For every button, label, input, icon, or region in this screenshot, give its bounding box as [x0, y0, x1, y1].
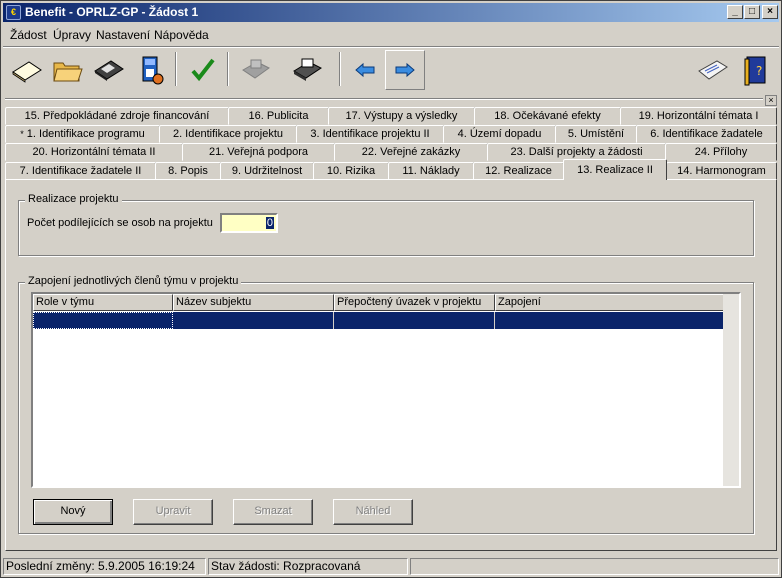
tab-22[interactable]: 22. Veřejné zakázky	[334, 143, 488, 161]
status-application-state: Stav žádosti: Rozpracovaná	[208, 558, 408, 575]
toolbar: ?	[3, 48, 779, 92]
send-icon[interactable]	[693, 50, 733, 90]
toolbar-divider	[339, 52, 341, 86]
table-scrollbar[interactable]	[723, 294, 739, 486]
arrow-right-icon[interactable]	[385, 50, 425, 90]
column-header-involvement[interactable]: Zapojení	[495, 294, 731, 311]
tab-1-label: 1. Identifikace programu	[26, 128, 145, 140]
status-last-change: Poslední změny: 5.9.2005 16:19:24	[3, 558, 206, 575]
tab-17[interactable]: 17. Výstupy a výsledky	[328, 107, 475, 125]
tab-page-realizace-ii: Realizace projektu Počet podílejících se…	[5, 179, 777, 551]
print-icon[interactable]	[287, 50, 327, 90]
menu-zadost[interactable]: Žádost	[10, 28, 47, 42]
tab-3[interactable]: 3. Identifikace projektu II	[296, 125, 444, 143]
print-disabled-icon	[235, 50, 275, 90]
table-cell-involvement[interactable]	[495, 312, 731, 329]
status-extra	[410, 558, 779, 575]
tab-2[interactable]: 2. Identifikace projektu	[159, 125, 297, 143]
tab-6[interactable]: 6. Identifikace žadatele	[636, 125, 777, 143]
tab-21[interactable]: 21. Veřejná podpora	[182, 143, 335, 161]
tab-16[interactable]: 16. Publicita	[228, 107, 329, 125]
tab-7[interactable]: 7. Identifikace žadatele II	[5, 162, 156, 180]
preview-button[interactable]: Náhled	[333, 499, 413, 525]
team-table[interactable]: Role v týmu Název subjektu Přepočtený úv…	[31, 292, 741, 488]
arrow-left-icon[interactable]	[345, 50, 385, 90]
window-title: Benefit - OPRLZ-GP - Žádost 1	[25, 5, 199, 19]
table-cell-workload[interactable]	[334, 312, 495, 329]
tab-13-active[interactable]: 13. Realizace II	[563, 159, 667, 180]
help-book-icon[interactable]: ?	[735, 50, 775, 90]
team-groupbox: Zapojení jednotlivých členů týmu v proje…	[18, 275, 754, 534]
edit-button[interactable]: Upravit	[133, 499, 213, 525]
person-count-input[interactable]: 0	[220, 213, 278, 233]
column-header-role[interactable]: Role v týmu	[33, 294, 173, 311]
tab-8[interactable]: 8. Popis	[155, 162, 221, 180]
tab-14[interactable]: 14. Harmonogram	[666, 162, 777, 180]
maximize-button[interactable]: □	[744, 5, 760, 19]
tab-11[interactable]: 11. Náklady	[388, 162, 474, 180]
person-count-label: Počet podílejících se osob na projektu	[27, 217, 213, 229]
save-disk-icon[interactable]	[89, 50, 129, 90]
status-bar: Poslední změny: 5.9.2005 16:19:24 Stav ž…	[3, 557, 779, 576]
tab-12[interactable]: 12. Realizace	[473, 162, 564, 180]
column-header-subject[interactable]: Název subjektu	[173, 294, 334, 311]
panel-separator	[5, 98, 763, 100]
table-cell-subject[interactable]	[173, 312, 334, 329]
svg-text:?: ?	[756, 64, 762, 78]
menu-napoveda[interactable]: Nápověda	[154, 28, 209, 42]
tab-18[interactable]: 18. Očekávané efekty	[474, 107, 621, 125]
new-document-icon[interactable]	[7, 50, 47, 90]
title-bar[interactable]: € Benefit - OPRLZ-GP - Žádost 1 _ □ ×	[3, 3, 779, 22]
new-button[interactable]: Nový	[33, 499, 113, 525]
application-window: € Benefit - OPRLZ-GP - Žádost 1 _ □ × Žá…	[0, 0, 782, 578]
tab-9[interactable]: 9. Udržitelnost	[220, 162, 314, 180]
check-icon[interactable]	[183, 50, 223, 90]
tab-5[interactable]: 5. Umístění	[555, 125, 637, 143]
app-icon[interactable]: €	[6, 5, 21, 20]
tab-24[interactable]: 24. Přílohy	[665, 143, 777, 161]
tab-19[interactable]: 19. Horizontální témata I	[620, 107, 777, 125]
tab-1[interactable]: * 1. Identifikace programu	[5, 125, 160, 143]
toolbar-divider	[227, 52, 229, 86]
panel-close-button[interactable]: ×	[765, 95, 777, 106]
menu-bar: Žádost Úpravy Nastavení Nápověda	[3, 25, 779, 45]
save-as-icon[interactable]	[131, 50, 171, 90]
person-count-value: 0	[265, 217, 274, 229]
minimize-button[interactable]: _	[727, 5, 743, 19]
delete-button[interactable]: Smazat	[233, 499, 313, 525]
required-marker: *	[20, 129, 24, 139]
toolbar-divider	[175, 52, 177, 86]
open-folder-icon[interactable]	[47, 50, 87, 90]
menu-upravy[interactable]: Úpravy	[53, 28, 91, 42]
table-row[interactable]	[33, 312, 731, 329]
tab-20[interactable]: 20. Horizontální témata II	[5, 143, 183, 161]
tab-4[interactable]: 4. Území dopadu	[443, 125, 556, 143]
tab-10[interactable]: 10. Rizika	[313, 162, 389, 180]
realizace-groupbox: Realizace projektu Počet podílejících se…	[18, 193, 754, 256]
column-header-workload[interactable]: Přepočtený úvazek v projektu	[334, 294, 495, 311]
close-button[interactable]: ×	[762, 5, 778, 19]
tab-15[interactable]: 15. Předpokládané zdroje financování	[5, 107, 229, 125]
team-group-title: Zapojení jednotlivých členů týmu v proje…	[25, 275, 242, 287]
table-cell-role[interactable]	[33, 312, 173, 329]
menu-nastaveni[interactable]: Nastavení	[96, 28, 150, 42]
realizace-group-title: Realizace projektu	[25, 193, 122, 205]
